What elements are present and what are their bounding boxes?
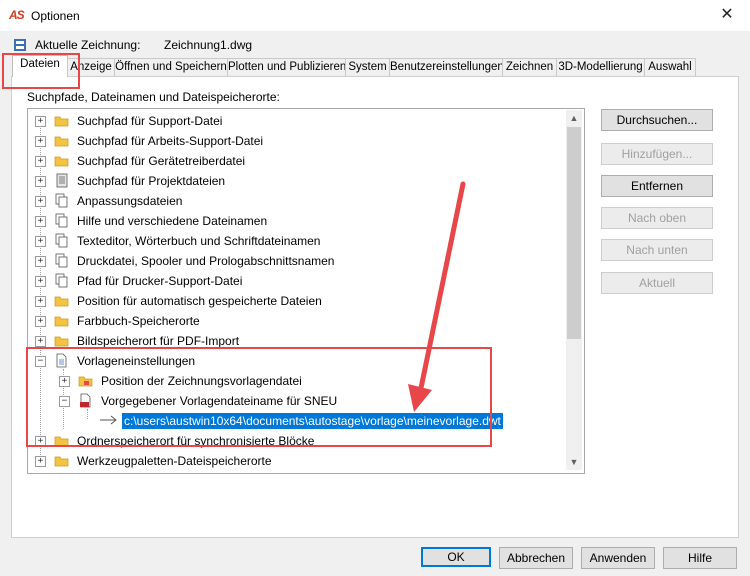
annotation-arrow	[408, 181, 466, 412]
